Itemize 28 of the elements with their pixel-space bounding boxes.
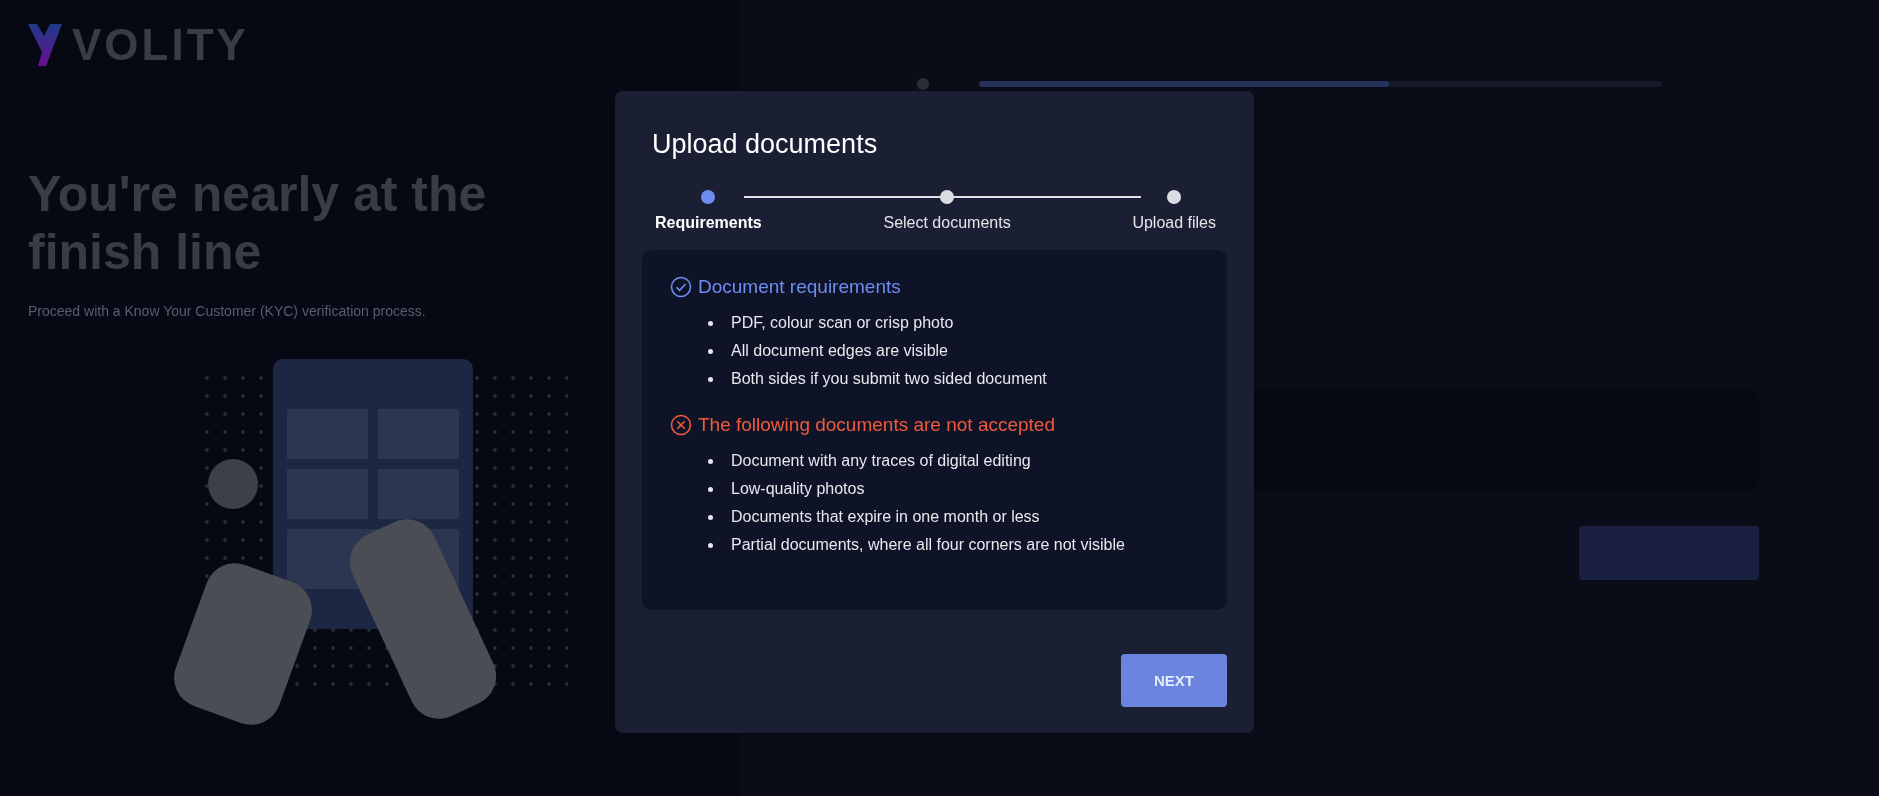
bullet-icon (708, 514, 713, 520)
bullet-icon (708, 348, 713, 354)
bullet-icon (708, 320, 713, 326)
list-item: PDF, colour scan or crisp photo (731, 314, 954, 332)
step-label[interactable]: Upload files (1132, 214, 1216, 232)
hero-subtitle: Proceed with a Know Your Customer (KYC) verification process. (28, 303, 427, 319)
bullet-icon (708, 486, 713, 492)
bullet-icon (708, 542, 713, 548)
logo-icon (28, 24, 62, 66)
step-dot[interactable] (701, 190, 716, 204)
list-item: Partial documents, where all four corners are not visible (731, 536, 1125, 554)
list-item: Both sides if you submit two sided document (731, 370, 1047, 388)
bullet-icon (708, 376, 713, 382)
list-item: All document edges are visible (731, 342, 948, 360)
check-circle-icon (670, 276, 692, 298)
step-label[interactable]: Select documents (883, 214, 1011, 232)
section-heading: Document requirements (698, 276, 901, 298)
list-item: Document with any traces of digital editing (731, 452, 1031, 470)
list-item: Documents that expire in one month or less (731, 508, 1040, 526)
dialog-title: Upload documents (652, 129, 879, 160)
bullet-icon (708, 458, 713, 464)
list-item: Low-quality photos (731, 480, 865, 498)
step-dot[interactable] (1167, 190, 1182, 204)
back-dot-icon[interactable] (917, 78, 929, 90)
step-label[interactable]: Requirements (655, 214, 762, 232)
section-heading: The following documents are not accepted (698, 414, 1055, 436)
x-circle-icon (670, 414, 692, 436)
step-dot[interactable] (940, 190, 955, 204)
